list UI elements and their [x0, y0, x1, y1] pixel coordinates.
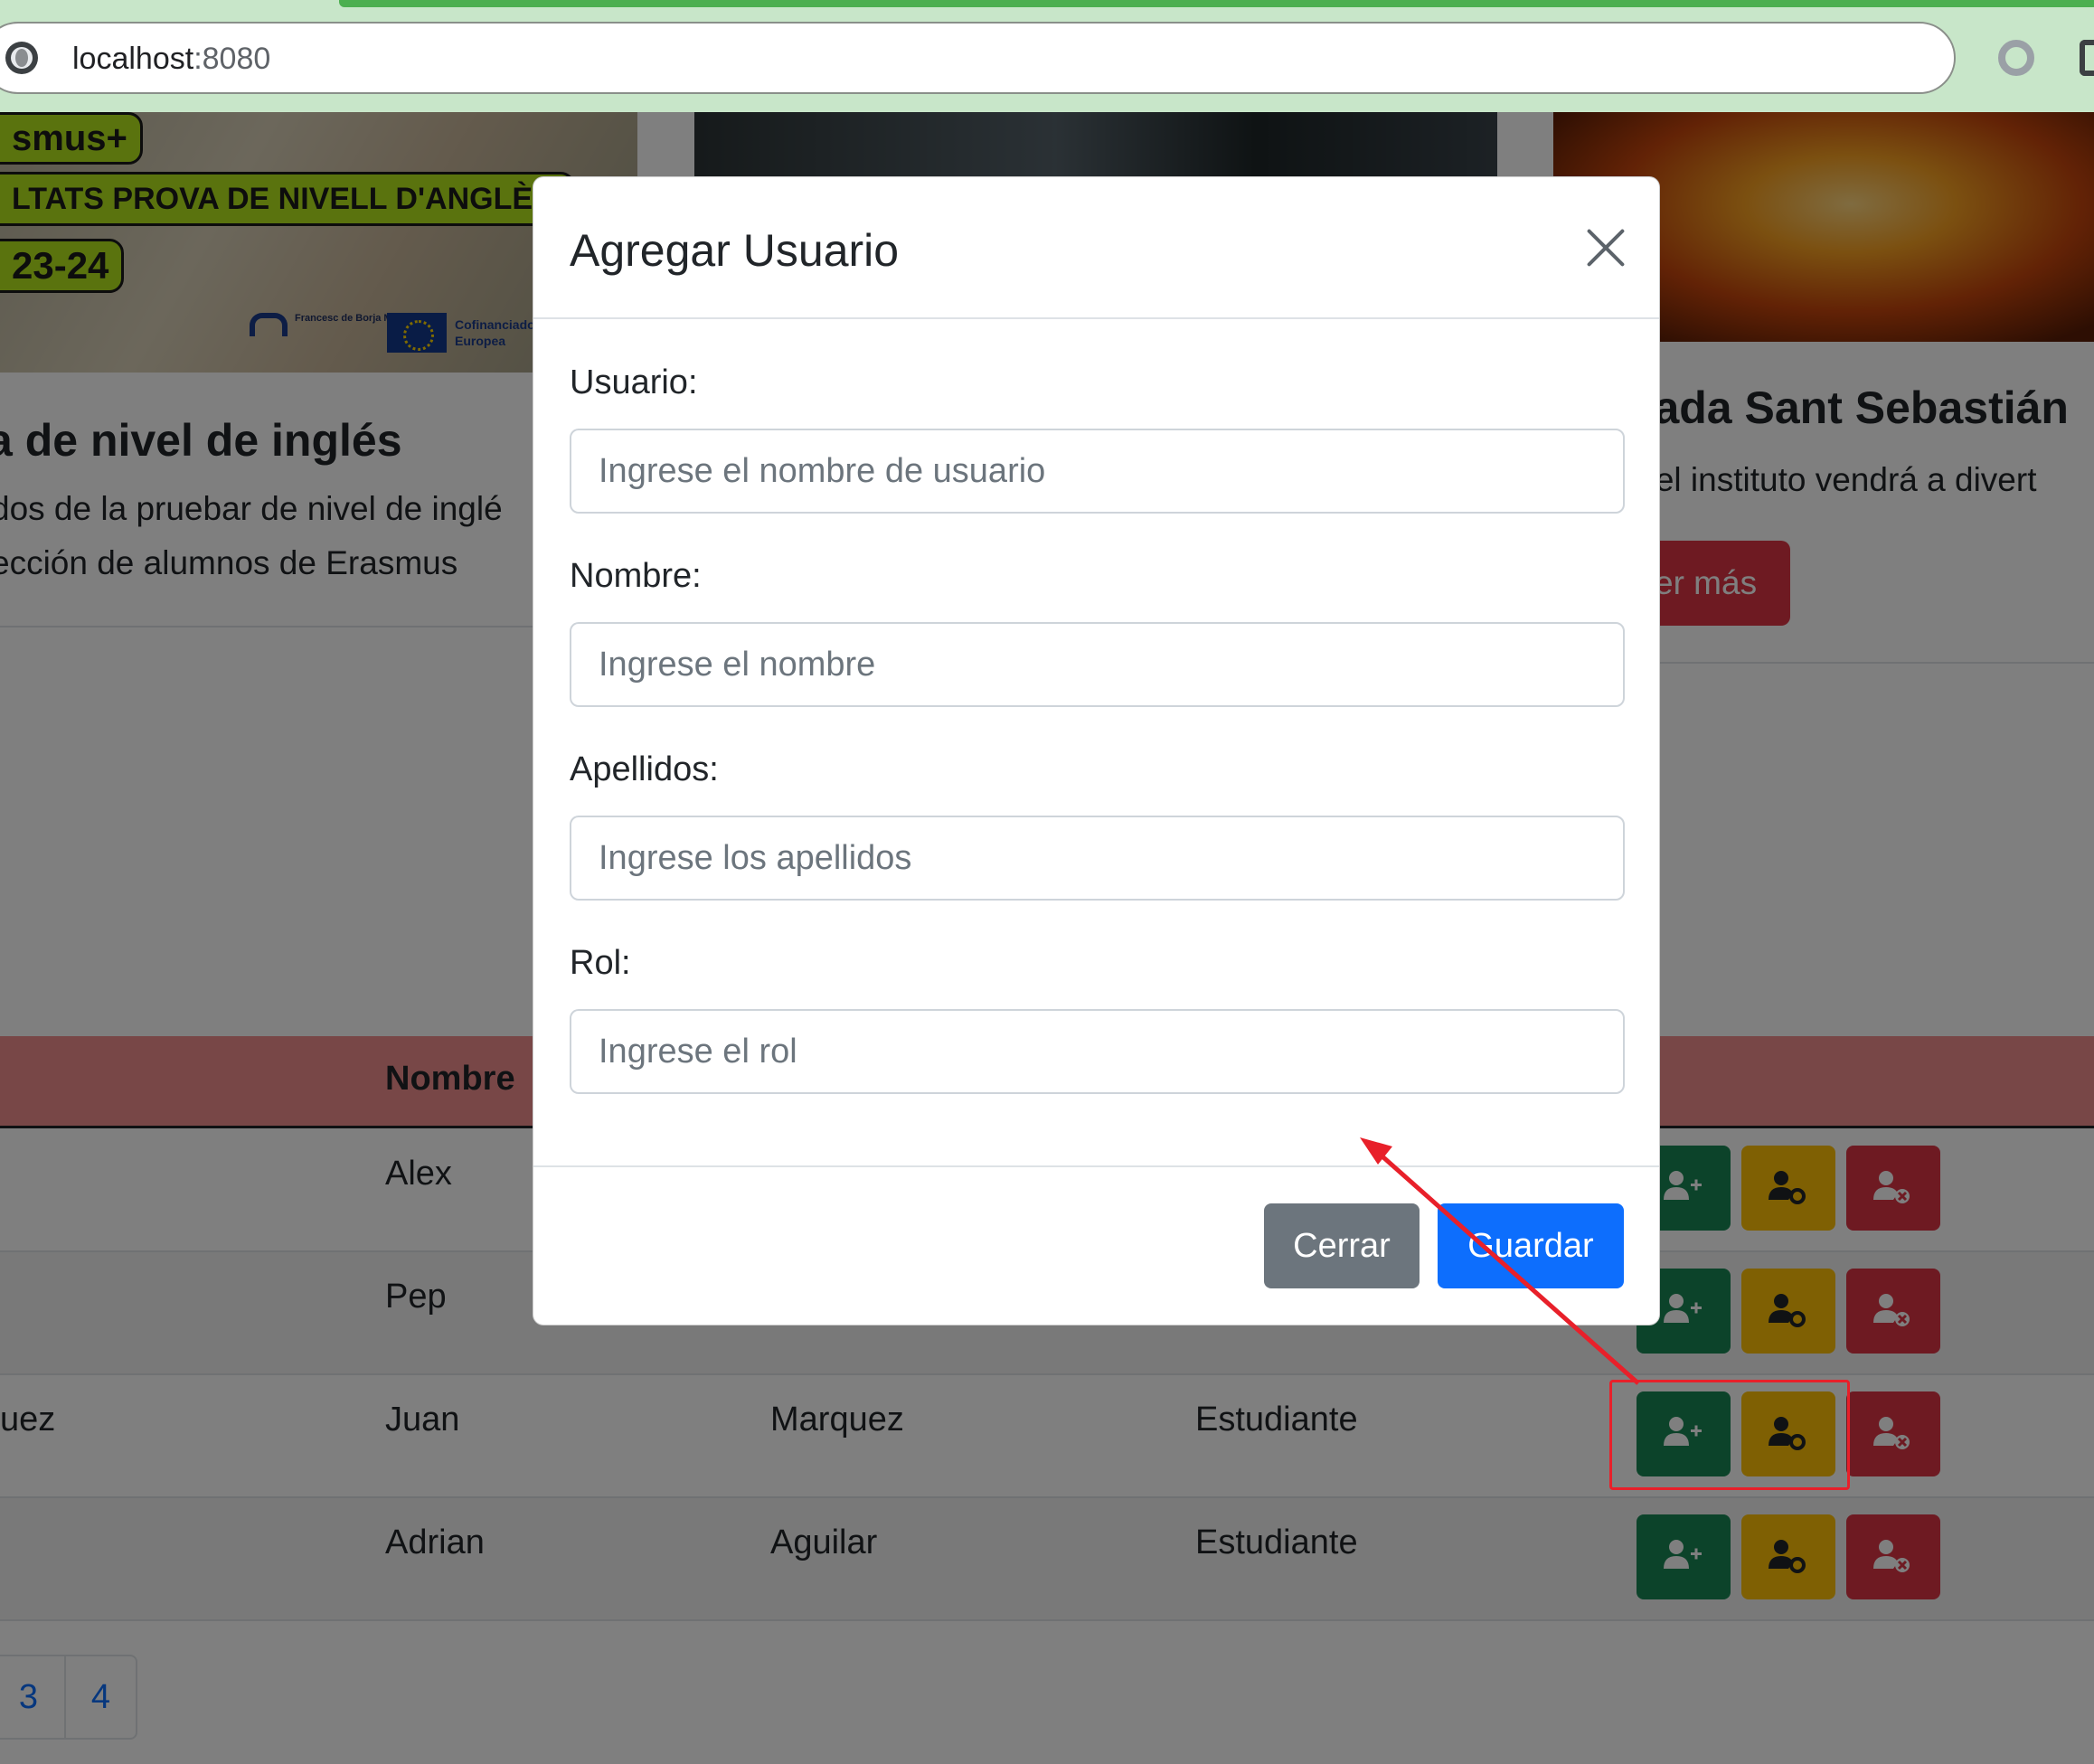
annotation-arrow [1360, 1137, 1640, 1385]
